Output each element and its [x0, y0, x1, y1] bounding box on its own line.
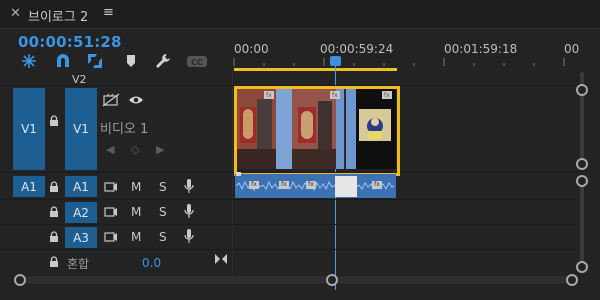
playhead-handle[interactable] [330, 56, 341, 66]
scrollbar-handle[interactable] [576, 175, 588, 187]
time-ruler[interactable] [232, 58, 577, 68]
sync-lock-icon[interactable] [104, 181, 118, 193]
sequence-tab-title[interactable]: 브이로그 2 [28, 6, 88, 25]
microphone-icon[interactable] [184, 179, 194, 194]
track-divider [0, 224, 577, 225]
ruler-label-2: 00:01:59:18 [444, 42, 518, 56]
go-to-ends-icon[interactable] [214, 253, 228, 265]
fx-badge: fx [249, 181, 259, 189]
wrench-icon[interactable] [154, 52, 172, 70]
track-target-v1[interactable]: V1 [65, 88, 97, 170]
playhead-timecode[interactable]: 00:00:51:28 [18, 33, 122, 51]
svg-text:CC: CC [191, 58, 203, 67]
scrollbar-handle[interactable] [576, 261, 588, 273]
sync-lock-icon[interactable] [104, 206, 118, 218]
scrollbar-handle-mid[interactable] [326, 274, 338, 286]
work-area-bar[interactable] [234, 68, 397, 71]
mute-button-a3[interactable]: M [131, 230, 141, 244]
scrollbar-handle-right[interactable] [566, 274, 578, 286]
next-keyframe-icon[interactable]: ▶ [156, 143, 164, 156]
scrollbar-handle[interactable] [576, 158, 588, 170]
solo-button-a3[interactable]: S [159, 230, 167, 244]
track-divider [0, 199, 577, 200]
tab-bar: ✕ 브이로그 2 ≡ [0, 0, 600, 29]
scrollbar-handle-left[interactable] [14, 274, 26, 286]
audio-scrollbar[interactable] [580, 178, 584, 268]
previous-keyframe-icon[interactable]: ◀ [106, 143, 114, 156]
solo-button-a2[interactable]: S [159, 205, 167, 219]
mute-button-a2[interactable]: M [131, 205, 141, 219]
scrollbar-handle[interactable] [576, 84, 588, 96]
lock-icon[interactable] [49, 231, 59, 243]
fx-badge: fx [372, 181, 382, 189]
timeline-panel: ✕ 브이로그 2 ≡ 00:00:51:28 CC 00:00 00:00:59… [0, 0, 600, 300]
ruler-label-1: 00:00:59:24 [320, 42, 394, 56]
source-patch-v1[interactable]: V1 [13, 88, 45, 170]
sync-lock-icon[interactable] [102, 93, 120, 107]
captions-icon[interactable]: CC [186, 52, 208, 70]
sync-lock-icon[interactable] [104, 231, 118, 243]
selected-audio-segment[interactable] [335, 176, 357, 197]
mute-button-a1[interactable]: M [131, 180, 141, 194]
horizontal-scrollbar[interactable] [18, 276, 578, 284]
magnet-link-icon[interactable] [54, 52, 72, 70]
track-divider [0, 249, 577, 250]
lock-icon[interactable] [49, 206, 59, 218]
track-target-a3[interactable]: A3 [65, 227, 97, 248]
highlight-frame [234, 86, 400, 176]
clip-marker [236, 172, 241, 176]
fx-badge: fx [279, 181, 289, 189]
lock-icon[interactable] [49, 181, 59, 193]
eye-icon[interactable] [128, 94, 144, 106]
microphone-icon[interactable] [184, 204, 194, 219]
snap-icon[interactable] [20, 52, 38, 70]
microphone-icon[interactable] [184, 229, 194, 244]
ruler-label-start: 00:00 [234, 42, 269, 56]
ruler-label-3: 00 [564, 42, 580, 56]
track-target-a1[interactable]: A1 [65, 176, 97, 197]
lock-icon[interactable] [49, 115, 59, 127]
track-target-a2[interactable]: A2 [65, 202, 97, 223]
linked-selection-icon[interactable] [86, 52, 104, 70]
fx-badge: fx [306, 181, 316, 189]
mix-track-label: 혼합 [67, 257, 90, 271]
track-label-v2: V2 [72, 73, 87, 86]
source-patch-a1[interactable]: A1 [13, 176, 45, 197]
solo-button-a1[interactable]: S [159, 180, 167, 194]
track-name-v1[interactable]: 비디오 1 [100, 118, 148, 137]
close-icon[interactable]: ✕ [10, 6, 21, 21]
lock-icon[interactable] [49, 256, 59, 268]
add-keyframe-icon[interactable]: ◇ [131, 143, 139, 156]
mix-volume-value[interactable]: 0.0 [142, 256, 161, 270]
menu-icon[interactable]: ≡ [103, 5, 114, 20]
marker-icon[interactable] [122, 52, 140, 70]
